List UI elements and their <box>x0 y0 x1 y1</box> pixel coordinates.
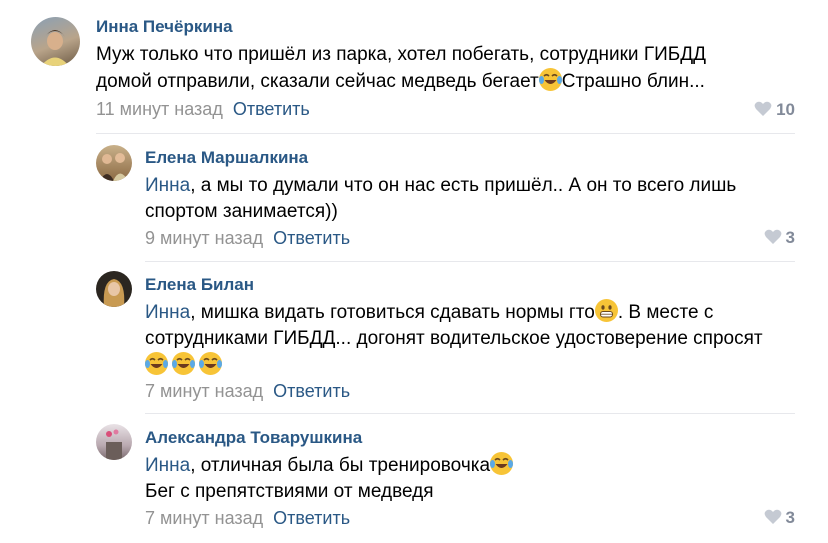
avatar[interactable] <box>96 145 132 181</box>
tears-of-joy-emoji <box>172 352 195 375</box>
divider <box>96 133 795 134</box>
comment-text-line: сотрудниками ГИБДД... догонят водительск… <box>145 328 763 349</box>
tears-of-joy-emoji <box>490 452 514 475</box>
comment-author[interactable]: Инна Печёркина <box>96 17 233 37</box>
tears-of-joy-emoji <box>199 352 222 375</box>
comment-meta: 9 минут назад Ответить <box>145 228 350 249</box>
like-button[interactable]: 3 <box>764 228 795 248</box>
reply-button[interactable]: Ответить <box>233 99 310 119</box>
tears-of-joy-emoji <box>145 352 168 375</box>
comment-meta: 11 минут назад Ответить <box>96 99 310 120</box>
comment-text-line: спортом занимается)) <box>145 201 338 222</box>
comment-meta: 7 минут назад Ответить <box>145 508 350 529</box>
comment-meta: 7 минут назад Ответить <box>145 381 350 402</box>
heart-icon <box>764 229 781 244</box>
comment-text-line: Муж только что пришёл из парка, хотел по… <box>96 44 706 65</box>
comment-text-line: , мишка видать готовиться сдавать нормы … <box>190 302 595 323</box>
comment-text-line: Страшно блин... <box>561 71 705 92</box>
reply-button[interactable]: Ответить <box>273 508 350 528</box>
like-button[interactable]: 10 <box>754 100 795 120</box>
divider <box>145 261 795 262</box>
comment-time[interactable]: 9 минут назад <box>145 228 263 248</box>
comment-author[interactable]: Елена Маршалкина <box>145 148 308 168</box>
comment-text-line: , а мы то думали что он нас есть пришёл.… <box>190 175 737 196</box>
reply-button[interactable]: Ответить <box>273 228 350 248</box>
comment-text-line: . В месте с <box>617 302 714 323</box>
like-count: 10 <box>776 100 795 119</box>
reply-button[interactable]: Ответить <box>273 381 350 401</box>
heart-icon <box>754 101 772 116</box>
avatar[interactable] <box>31 17 80 66</box>
comment-text-line: , отличная была бы тренировочка <box>190 455 491 476</box>
grinning-emoji <box>594 299 618 322</box>
tears-of-joy-emoji <box>538 68 562 91</box>
comment-time[interactable]: 7 минут назад <box>145 508 263 528</box>
divider <box>145 413 795 414</box>
comment-time[interactable]: 7 минут назад <box>145 381 263 401</box>
avatar[interactable] <box>96 271 132 307</box>
mention-link[interactable]: Инна <box>145 302 190 323</box>
comment-time[interactable]: 11 минут назад <box>96 99 223 119</box>
comment-author[interactable]: Елена Билан <box>145 275 254 295</box>
comment-text-line: домой отправили, сказали сейчас медведь … <box>96 71 539 92</box>
avatar[interactable] <box>96 424 132 460</box>
comment-text: Муж только что пришёл из парка, хотел по… <box>96 42 706 95</box>
comment-text-line: Бег с препятствиями от медведя <box>145 481 434 502</box>
heart-icon <box>764 509 781 524</box>
like-button[interactable]: 3 <box>764 508 795 528</box>
mention-link[interactable]: Инна <box>145 175 190 196</box>
comment-text: Инна, отличная была бы тренировочка Бег … <box>145 452 514 505</box>
mention-link[interactable]: Инна <box>145 455 190 476</box>
like-count: 3 <box>785 508 795 527</box>
comment-text: Инна, мишка видать готовиться сдавать но… <box>145 299 763 379</box>
comment-text: Инна, а мы то думали что он нас есть при… <box>145 173 736 225</box>
comment-author[interactable]: Александра Товарушкина <box>145 428 362 448</box>
like-count: 3 <box>785 228 795 247</box>
